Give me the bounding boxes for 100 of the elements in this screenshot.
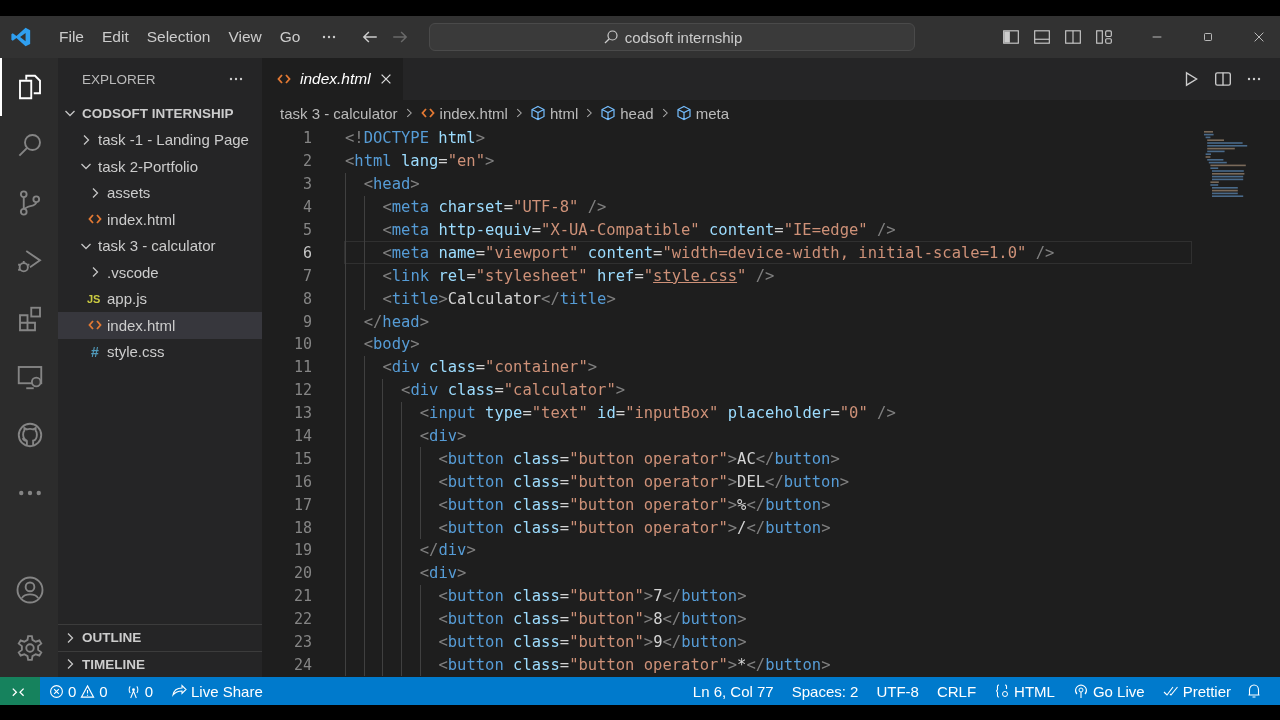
editor-tab[interactable]: index.html xyxy=(262,58,403,100)
code-line: <button class="button operator">*</button> xyxy=(438,655,831,674)
app-logo-icon xyxy=(10,26,32,48)
tree-item[interactable]: index.html xyxy=(58,312,262,339)
layout-grid-icon[interactable] xyxy=(1095,28,1113,46)
code-line: <title>Calculator</title> xyxy=(382,289,616,308)
warning-icon xyxy=(80,683,96,699)
line-number: 19 xyxy=(292,541,312,560)
broadcast-icon xyxy=(1072,683,1089,699)
tree-item[interactable]: # style.css xyxy=(58,338,262,365)
line-number: 8 xyxy=(301,289,312,308)
line-number: 22 xyxy=(292,610,312,629)
code-line: </head> xyxy=(363,312,430,331)
language-mode[interactable]: HTML xyxy=(985,682,1064,700)
line-number: 6 xyxy=(301,243,312,262)
tree-item[interactable]: JS app.js xyxy=(58,285,262,312)
line-number: 12 xyxy=(292,381,312,400)
panel-toggle-icon[interactable] xyxy=(1033,28,1051,46)
line-number: 24 xyxy=(292,655,312,674)
code-line: <div> xyxy=(419,427,467,445)
command-search-field[interactable]: codsoft internship xyxy=(429,23,916,51)
menu-item[interactable]: Go xyxy=(270,28,310,46)
line-number: 1 xyxy=(301,129,312,148)
line-number: 14 xyxy=(292,427,312,445)
error-icon xyxy=(49,683,64,699)
problems-indicator[interactable]: 0 0 xyxy=(40,682,117,700)
line-number: 11 xyxy=(292,358,312,377)
split-editor-icon[interactable] xyxy=(1214,70,1232,88)
split-layout-icon[interactable] xyxy=(1064,28,1082,46)
line-number: 4 xyxy=(301,198,312,217)
hash-icon: # xyxy=(87,343,103,360)
line-number: 3 xyxy=(301,175,312,194)
menu-item[interactable]: File xyxy=(50,28,93,46)
line-number: 5 xyxy=(301,221,312,239)
prettier-button[interactable]: Prettier xyxy=(1153,682,1240,700)
code-line: <body> xyxy=(363,335,420,354)
line-number: 2 xyxy=(301,152,312,171)
line-number: 10 xyxy=(292,335,312,354)
line-number: 21 xyxy=(292,587,312,606)
code-line: <button class="button">8</button> xyxy=(438,610,747,629)
menu-item[interactable]: Edit xyxy=(93,28,138,46)
tree-item[interactable]: .vscode xyxy=(58,259,262,286)
tree-item[interactable]: index.html xyxy=(58,206,262,233)
line-number: 9 xyxy=(301,312,312,331)
tree-item[interactable]: task -1 - Landing Page xyxy=(58,126,262,153)
notifications-icon[interactable] xyxy=(1246,683,1262,699)
line-number: 18 xyxy=(292,518,312,537)
code-line: <button class="button operator">/</button> xyxy=(438,518,831,537)
line-number: 16 xyxy=(292,472,312,491)
status-item[interactable]: UTF-8 xyxy=(867,682,928,700)
status-item[interactable]: CRLF xyxy=(927,682,986,700)
line-number: 13 xyxy=(292,404,312,423)
braces-icon xyxy=(994,683,1011,699)
line-number: 17 xyxy=(292,495,312,514)
breadcrumb-item[interactable]: meta xyxy=(695,104,729,122)
restore-icon[interactable] xyxy=(1201,30,1215,44)
cube-icon xyxy=(529,105,546,121)
line-number: 15 xyxy=(292,449,312,468)
sidebar-toggle-icon[interactable] xyxy=(1002,28,1020,46)
code-line: <div class="container"> xyxy=(382,358,598,377)
breadcrumb-item[interactable]: index.html xyxy=(439,104,508,122)
code-line: </div> xyxy=(419,541,476,560)
tree-item[interactable]: task 3 - calculator xyxy=(58,232,262,259)
code-line: <meta http-equiv="X-UA-Compatible" content="IE=edge" /> xyxy=(382,221,896,239)
close-icon[interactable] xyxy=(1252,30,1266,44)
code-line: <link rel="stylesheet" href="style.css" /> xyxy=(382,266,775,285)
menu-item[interactable]: Selection xyxy=(137,28,220,46)
line-number: 7 xyxy=(301,266,312,285)
share-arrow-icon xyxy=(171,683,188,699)
status-item[interactable]: Spaces: 2 xyxy=(782,682,868,700)
js-icon: JS xyxy=(87,292,103,305)
line-number: 23 xyxy=(292,633,312,652)
live-share-button[interactable]: Live Share xyxy=(162,682,272,700)
code-line: <div class="calculator"> xyxy=(401,381,626,400)
tree-item[interactable]: task 2-Portfolio xyxy=(58,153,262,180)
cube-icon xyxy=(675,105,692,121)
code-line: <div> xyxy=(419,564,467,583)
menu-item[interactable]: View xyxy=(219,28,271,46)
tree-item[interactable]: assets xyxy=(58,179,262,206)
code-line: <button class="button operator">DEL</button> xyxy=(438,472,850,491)
workspace-header[interactable]: CODSOFT INTERNSHIP xyxy=(58,100,262,127)
sidebar-title: EXPLORER xyxy=(82,71,156,87)
code-line: <head> xyxy=(363,175,420,194)
code-line: <html lang="en"> xyxy=(345,152,495,171)
remote-indicator[interactable] xyxy=(0,677,40,705)
code-line: <button class="button operator">%</button> xyxy=(438,495,831,514)
ports-indicator[interactable]: 0 xyxy=(116,682,163,700)
cube-icon xyxy=(600,105,617,121)
code-line: <button class="button">9</button> xyxy=(438,633,747,652)
code-line: <meta charset="UTF-8" /> xyxy=(382,198,607,217)
line-number: 20 xyxy=(292,564,312,583)
breadcrumb-item[interactable]: html xyxy=(549,104,579,122)
breadcrumb-item[interactable]: task 3 - calculator xyxy=(280,104,398,122)
go-live-button[interactable]: Go Live xyxy=(1063,682,1154,700)
breadcrumb-item[interactable]: head xyxy=(620,104,654,122)
code-line: <!DOCTYPE html> xyxy=(345,129,485,148)
status-item[interactable]: Ln 6, Col 77 xyxy=(683,682,783,700)
code-line: <meta name="viewport" content="width=device-width, initial-scale=1.0" /> xyxy=(382,243,1055,262)
code-line: <button class="button operator">AC</button> xyxy=(438,449,840,468)
code-line: <button class="button">7</button> xyxy=(438,587,747,606)
